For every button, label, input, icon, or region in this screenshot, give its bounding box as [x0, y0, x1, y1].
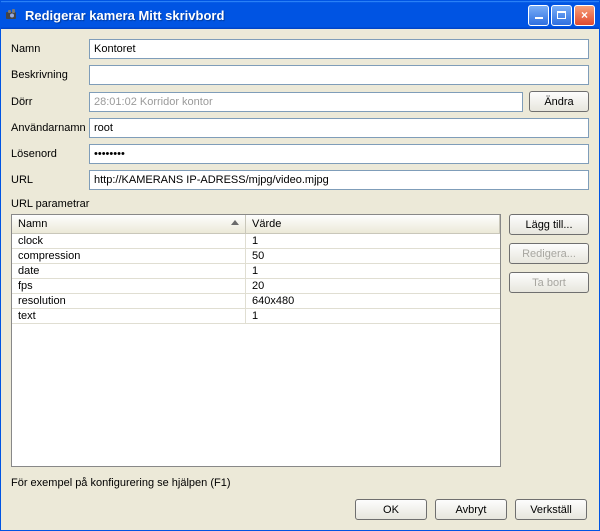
- url-input[interactable]: [89, 170, 589, 190]
- username-label: Användarnamn: [11, 122, 89, 134]
- cell-name: compression: [12, 249, 246, 263]
- cell-value: 20: [246, 279, 500, 293]
- description-label: Beskrivning: [11, 69, 89, 81]
- cell-name: text: [12, 309, 246, 323]
- door-label: Dörr: [11, 96, 89, 108]
- cell-value: 50: [246, 249, 500, 263]
- minimize-button[interactable]: [528, 5, 549, 26]
- close-button[interactable]: ×: [574, 5, 595, 26]
- col-value-header[interactable]: Värde: [246, 215, 500, 233]
- table-row[interactable]: clock1: [12, 234, 500, 249]
- app-icon: [5, 7, 21, 23]
- cell-name: resolution: [12, 294, 246, 308]
- maximize-button[interactable]: [551, 5, 572, 26]
- titlebar[interactable]: Redigerar kamera Mitt skrivbord ×: [1, 1, 599, 29]
- password-input[interactable]: [89, 144, 589, 164]
- cell-value: 1: [246, 264, 500, 278]
- params-buttons: Lägg till... Redigera... Ta bort: [509, 214, 589, 467]
- dialog-content: Namn Beskrivning Dörr Ändra Användarnamn…: [1, 29, 599, 530]
- url-params-label: URL parametrar: [11, 198, 589, 210]
- ok-button[interactable]: OK: [355, 499, 427, 520]
- table-row[interactable]: fps20: [12, 279, 500, 294]
- cell-value: 1: [246, 309, 500, 323]
- name-input[interactable]: [89, 39, 589, 59]
- name-label: Namn: [11, 43, 89, 55]
- cell-value: 1: [246, 234, 500, 248]
- table-row[interactable]: compression50: [12, 249, 500, 264]
- window-buttons: ×: [528, 5, 595, 26]
- cell-name: fps: [12, 279, 246, 293]
- col-name-text: Namn: [18, 218, 47, 230]
- help-text: För exempel på konfigurering se hjälpen …: [11, 477, 589, 489]
- change-button[interactable]: Ändra: [529, 91, 589, 112]
- table-row[interactable]: text1: [12, 309, 500, 324]
- table-row[interactable]: resolution640x480: [12, 294, 500, 309]
- door-input: [89, 92, 523, 112]
- url-params-area: Namn Värde clock1compression50date1fps20…: [11, 214, 589, 467]
- table-row[interactable]: date1: [12, 264, 500, 279]
- grid-header: Namn Värde: [12, 215, 500, 234]
- dialog-window: Redigerar kamera Mitt skrivbord × Namn B…: [0, 0, 600, 531]
- delete-button[interactable]: Ta bort: [509, 272, 589, 293]
- add-button[interactable]: Lägg till...: [509, 214, 589, 235]
- window-title: Redigerar kamera Mitt skrivbord: [25, 8, 528, 23]
- col-value-text: Värde: [252, 218, 281, 230]
- dialog-footer: OK Avbryt Verkställ: [11, 495, 589, 524]
- cell-name: date: [12, 264, 246, 278]
- sort-asc-icon: [231, 220, 239, 225]
- cell-name: clock: [12, 234, 246, 248]
- edit-button[interactable]: Redigera...: [509, 243, 589, 264]
- password-label: Lösenord: [11, 148, 89, 160]
- apply-button[interactable]: Verkställ: [515, 499, 587, 520]
- cancel-button[interactable]: Avbryt: [435, 499, 507, 520]
- params-grid[interactable]: Namn Värde clock1compression50date1fps20…: [11, 214, 501, 467]
- username-input[interactable]: [89, 118, 589, 138]
- description-input[interactable]: [89, 65, 589, 85]
- col-name-header[interactable]: Namn: [12, 215, 246, 233]
- cell-value: 640x480: [246, 294, 500, 308]
- url-label: URL: [11, 174, 89, 186]
- grid-body[interactable]: clock1compression50date1fps20resolution6…: [12, 234, 500, 466]
